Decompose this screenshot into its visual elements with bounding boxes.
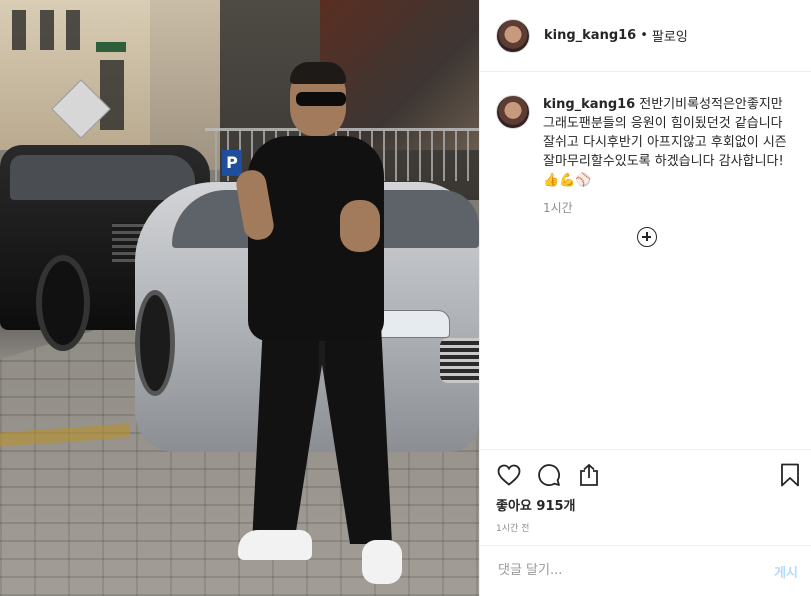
caption-avatar[interactable] xyxy=(496,95,530,129)
person-arm xyxy=(340,200,380,252)
avatar[interactable] xyxy=(496,18,530,53)
window xyxy=(100,60,124,130)
share-icon[interactable] xyxy=(576,462,602,488)
suv-window xyxy=(10,155,195,200)
sedan-grille xyxy=(440,338,479,383)
person-hair xyxy=(290,62,346,84)
sneaker xyxy=(362,540,402,584)
plus-circle-icon[interactable] xyxy=(637,227,657,247)
post-timestamp: 1시간 전 xyxy=(496,524,530,534)
window xyxy=(12,10,26,50)
suv-wheel xyxy=(36,255,90,351)
action-bar xyxy=(480,449,811,500)
following-button[interactable]: 팔로잉 xyxy=(652,26,688,45)
post-photo[interactable]: P xyxy=(0,0,479,596)
sedan-wheel xyxy=(135,290,175,396)
sunglasses xyxy=(296,92,346,106)
window xyxy=(66,10,80,50)
post-side-panel: king_kang16 • 팔로잉 king_kang16 전반기비록성적은안좋지… xyxy=(479,0,811,596)
header-username[interactable]: king_kang16 xyxy=(544,28,636,43)
speech-bubble-icon[interactable] xyxy=(536,462,562,488)
post-header: king_kang16 • 팔로잉 xyxy=(480,0,811,72)
comment-bar: 게시 xyxy=(480,545,811,596)
caption-username[interactable]: king_kang16 xyxy=(543,97,635,112)
sneaker xyxy=(238,530,312,560)
likes-count[interactable]: 좋아요 915개 xyxy=(496,495,576,514)
heart-icon[interactable] xyxy=(496,462,522,488)
instagram-post-view: P king_kang16 • 팔로잉 king_kang16 전반기비록성적은… xyxy=(0,0,811,596)
window xyxy=(40,10,54,50)
post-comment-button[interactable]: 게시 xyxy=(774,562,798,581)
caption-body: king_kang16 전반기비록성적은안좋지만 그래도팬분들의 응원이 힘이됬던… xyxy=(543,95,793,190)
bookmark-icon[interactable] xyxy=(777,462,803,488)
parking-sign: P xyxy=(222,150,242,176)
separator-dot: • xyxy=(640,28,648,43)
street-sign xyxy=(96,42,126,52)
comment-input[interactable] xyxy=(496,562,750,579)
caption-timestamp: 1시간 xyxy=(543,201,573,215)
